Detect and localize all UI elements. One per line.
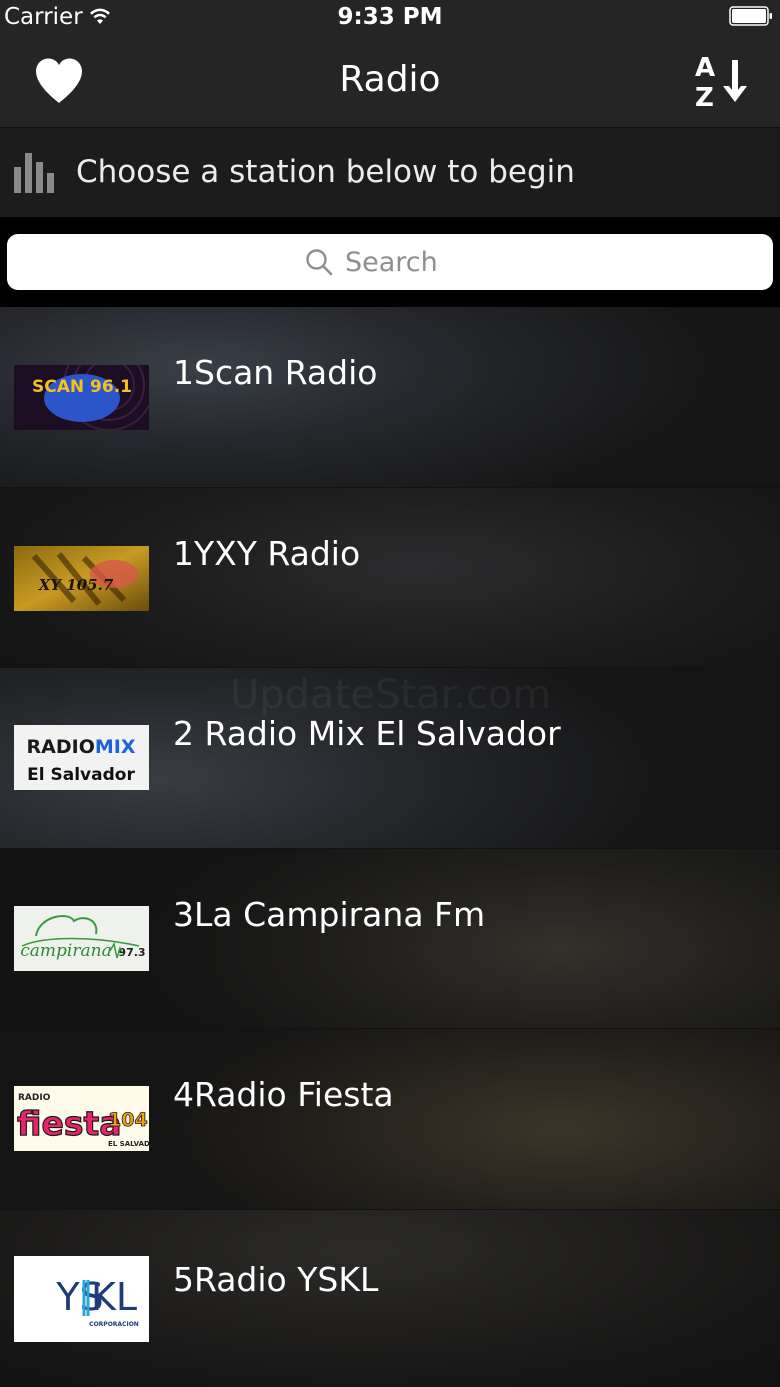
equalizer-icon <box>14 153 54 193</box>
svg-text:Z: Z <box>695 83 714 110</box>
search-field[interactable] <box>7 234 773 290</box>
search-icon <box>306 249 333 276</box>
search-input[interactable] <box>345 246 475 278</box>
station-logo: campirana 97.3 <box>14 905 149 971</box>
sort-az-icon[interactable]: A Z <box>692 52 752 110</box>
station-row[interactable]: RADIO fiesta 104.9 EL SALVADOR 4Radio Fi… <box>0 1029 780 1210</box>
station-name: 4Radio Fiesta <box>173 1075 394 1114</box>
svg-text:campirana: campirana <box>20 941 111 961</box>
svg-text:RADIO: RADIO <box>18 1093 51 1103</box>
station-name: 3La Campirana Fm <box>173 894 486 934</box>
search-bar <box>0 217 780 307</box>
station-logo: SCAN 96.1 <box>14 365 149 430</box>
battery-icon <box>729 6 772 26</box>
svg-text:fiesta: fiesta <box>17 1104 122 1143</box>
station-row[interactable]: YS KL CORPORACION 5Radio YSKL <box>0 1209 780 1387</box>
svg-text:97.3: 97.3 <box>118 946 145 959</box>
status-bar: Carrier 9:33 PM <box>0 0 780 34</box>
station-row[interactable]: RADIOMIX El Salvador 2 Radio Mix El Salv… <box>0 668 780 849</box>
svg-text:EL SALVADOR: EL SALVADOR <box>108 1140 149 1148</box>
station-row[interactable]: campirana 97.3 3La Campirana Fm <box>0 848 780 1029</box>
station-logo-text: SCAN 96.1 <box>32 377 132 397</box>
now-playing-bar: Choose a station below to begin <box>0 128 780 217</box>
station-list: SCAN 96.1 1Scan Radio XY 105.7 1YXY Radi… <box>0 307 780 1387</box>
svg-text:104.9: 104.9 <box>108 1109 149 1131</box>
page-title: Radio <box>339 59 441 100</box>
station-logo-text: XY 105.7 <box>38 576 114 594</box>
station-logo: XY 105.7 <box>14 545 149 611</box>
svg-text:CORPORACION: CORPORACION <box>89 1321 139 1328</box>
station-logo: RADIOMIX El Salvador <box>14 725 149 790</box>
station-row[interactable]: XY 105.7 1YXY Radio <box>0 487 780 668</box>
now-playing-message: Choose a station below to begin <box>76 154 575 190</box>
station-row[interactable]: SCAN 96.1 1Scan Radio <box>0 307 780 488</box>
station-name: 1YXY Radio <box>173 533 361 573</box>
station-logo: YS KL CORPORACION <box>14 1255 149 1342</box>
station-name: 2 Radio Mix El Salvador <box>173 714 561 753</box>
station-name: 5Radio YSKL <box>173 1259 379 1299</box>
svg-text:El Salvador: El Salvador <box>27 765 135 785</box>
station-name: 1Scan Radio <box>173 353 378 392</box>
navigation-bar: Radio A Z <box>0 34 780 128</box>
status-time: 9:33 PM <box>337 4 443 30</box>
svg-text:RADIOMIX: RADIOMIX <box>27 736 136 758</box>
svg-text:A: A <box>695 53 715 83</box>
svg-text:KL: KL <box>91 1275 137 1319</box>
station-logo: RADIO fiesta 104.9 EL SALVADOR <box>14 1086 149 1151</box>
